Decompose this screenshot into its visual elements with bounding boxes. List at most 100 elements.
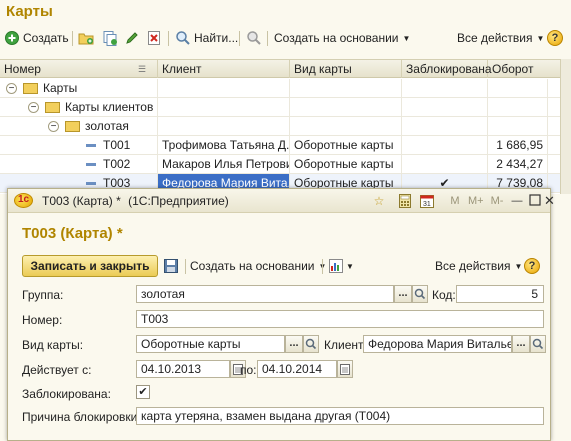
find-button[interactable]: Найти...	[175, 28, 238, 48]
cancel-search-button[interactable]	[246, 28, 262, 48]
item-icon	[86, 182, 96, 186]
valid-from-field[interactable]: 04.10.2013	[136, 360, 230, 378]
reports-menu[interactable]: ▼	[328, 256, 354, 276]
create-based-on-label: Создать на основании	[190, 259, 315, 273]
folder-icon	[45, 102, 60, 114]
table-cell	[158, 117, 290, 136]
column-header-number[interactable]: Номер ☰	[0, 60, 158, 78]
blocked-label: Заблокирована:	[22, 387, 111, 401]
create-based-on-menu[interactable]: Создать на основании ▼	[274, 28, 410, 48]
number-field[interactable]: Т003	[136, 310, 544, 328]
valid-from-label: Действует с:	[22, 363, 92, 377]
client-label: Клиент:	[324, 338, 367, 352]
calendar-icon[interactable]: 31	[420, 194, 434, 208]
card-type-label: Вид карты:	[22, 338, 84, 352]
table-row[interactable]: Т002 Макаров Илья Петрович Оборотные кар…	[0, 155, 560, 174]
clear-search-icon	[246, 30, 262, 46]
all-actions-label: Все действия	[435, 259, 511, 273]
group-select-button[interactable]: ...	[394, 285, 412, 303]
page-title: Карты	[6, 3, 53, 20]
valid-to-calendar-button[interactable]	[337, 360, 353, 378]
chart-report-icon	[328, 258, 344, 274]
table-cell	[402, 98, 488, 117]
valid-to-label: по:	[240, 363, 257, 377]
memory-minus-button[interactable]: M-	[490, 194, 504, 208]
search-icon	[175, 30, 191, 46]
code-field[interactable]: 5	[456, 285, 544, 303]
delete-button[interactable]	[146, 28, 162, 48]
table-row[interactable]: − золотая	[0, 117, 560, 136]
table-cell	[488, 117, 548, 136]
help-button[interactable]: ?	[524, 256, 540, 276]
column-header-label: Клиент	[162, 62, 202, 76]
table-row[interactable]: Т001 Трофимова Татьяна Д... Оборотные ка…	[0, 136, 560, 155]
all-actions-menu[interactable]: Все действия ▼	[457, 28, 544, 48]
table-cell-turnover: 2 434,27	[488, 155, 548, 174]
group-field[interactable]: золотая	[136, 285, 394, 303]
collapse-icon[interactable]: −	[28, 102, 39, 114]
calculator-icon[interactable]	[398, 194, 412, 208]
card-type-select-button[interactable]: ...	[285, 335, 303, 353]
calendar-icon	[340, 364, 350, 378]
tree-label: золотая	[85, 119, 129, 133]
collapse-icon[interactable]: −	[6, 83, 17, 95]
column-header-blocked[interactable]: Заблокирована	[402, 60, 492, 78]
collapse-icon[interactable]: −	[48, 121, 59, 133]
table-cell-number: Т002	[0, 155, 158, 174]
code-label: Код:	[432, 288, 456, 302]
minimize-icon[interactable]: —	[510, 194, 524, 208]
table-cell-client: Трофимова Татьяна Д...	[158, 136, 290, 155]
edit-button[interactable]	[124, 28, 140, 48]
client-field[interactable]: Федорова Мария Витальевн	[363, 335, 512, 353]
column-header-turnover[interactable]: Оборот	[488, 60, 548, 78]
copy-button[interactable]	[102, 28, 118, 48]
create-label: Создать	[23, 31, 69, 45]
save-button[interactable]	[163, 258, 179, 277]
column-header-card-type[interactable]: Вид карты	[290, 60, 402, 78]
create-button[interactable]: Создать	[4, 28, 69, 48]
block-reason-field[interactable]: карта утеряна, взамен выдана другая (Т00…	[136, 407, 544, 425]
app-logo-icon	[14, 193, 33, 208]
cell-text: Т001	[103, 138, 131, 152]
column-header-client[interactable]: Клиент	[158, 60, 290, 78]
group-open-button[interactable]	[412, 285, 428, 303]
add-icon	[4, 30, 20, 46]
form-heading: Т003 (Карта) *	[22, 225, 123, 242]
column-header-label: Вид карты	[294, 62, 352, 76]
window-titlebar[interactable]: Т003 (Карта) * (1С:Предприятие) ☆ 31 M M…	[8, 189, 555, 213]
table-cell	[488, 79, 548, 98]
add-folder-button[interactable]	[78, 28, 94, 48]
create-based-on-label: Создать на основании	[274, 31, 399, 45]
table-row[interactable]: − Карты	[0, 79, 560, 98]
blocked-checkbox[interactable]: ✔	[136, 385, 150, 399]
all-actions-menu[interactable]: Все действия ▼	[435, 256, 522, 276]
valid-to-field[interactable]: 04.10.2014	[257, 360, 337, 378]
table-cell	[290, 98, 402, 117]
memory-plus-button[interactable]: M+	[468, 194, 484, 208]
table-cell-card-type: Оборотные карты	[290, 136, 402, 155]
toolbar-divider	[267, 31, 268, 46]
table-header: Номер ☰ Клиент Вид карты Заблокирована О…	[0, 60, 560, 78]
create-based-on-menu[interactable]: Создать на основании ▼	[190, 256, 326, 276]
table-cell	[290, 117, 402, 136]
copy-icon	[102, 30, 118, 46]
card-type-open-button[interactable]	[303, 335, 319, 353]
table-cell-turnover: 1 686,95	[488, 136, 548, 155]
toolbar-divider	[72, 31, 73, 46]
memory-m-button[interactable]: M	[448, 194, 462, 208]
help-button[interactable]: ?	[547, 28, 563, 48]
chevron-down-icon: ▼	[514, 261, 523, 271]
client-open-button[interactable]	[530, 335, 546, 353]
table-scrollbar[interactable]	[560, 59, 571, 194]
star-icon[interactable]: ☆	[372, 194, 386, 208]
client-select-button[interactable]: ...	[512, 335, 530, 353]
card-type-field[interactable]: Оборотные карты	[136, 335, 285, 353]
close-icon[interactable]: ✕	[544, 194, 555, 208]
chevron-down-icon: ▼	[346, 261, 354, 271]
app-name: (1С:Предприятие)	[128, 194, 229, 208]
find-label: Найти...	[194, 31, 239, 45]
save-and-close-button[interactable]: Записать и закрыть	[22, 255, 158, 277]
table-row[interactable]: − Карты клиентов	[0, 98, 560, 117]
maximize-icon[interactable]	[528, 194, 542, 208]
help-icon: ?	[547, 30, 563, 46]
